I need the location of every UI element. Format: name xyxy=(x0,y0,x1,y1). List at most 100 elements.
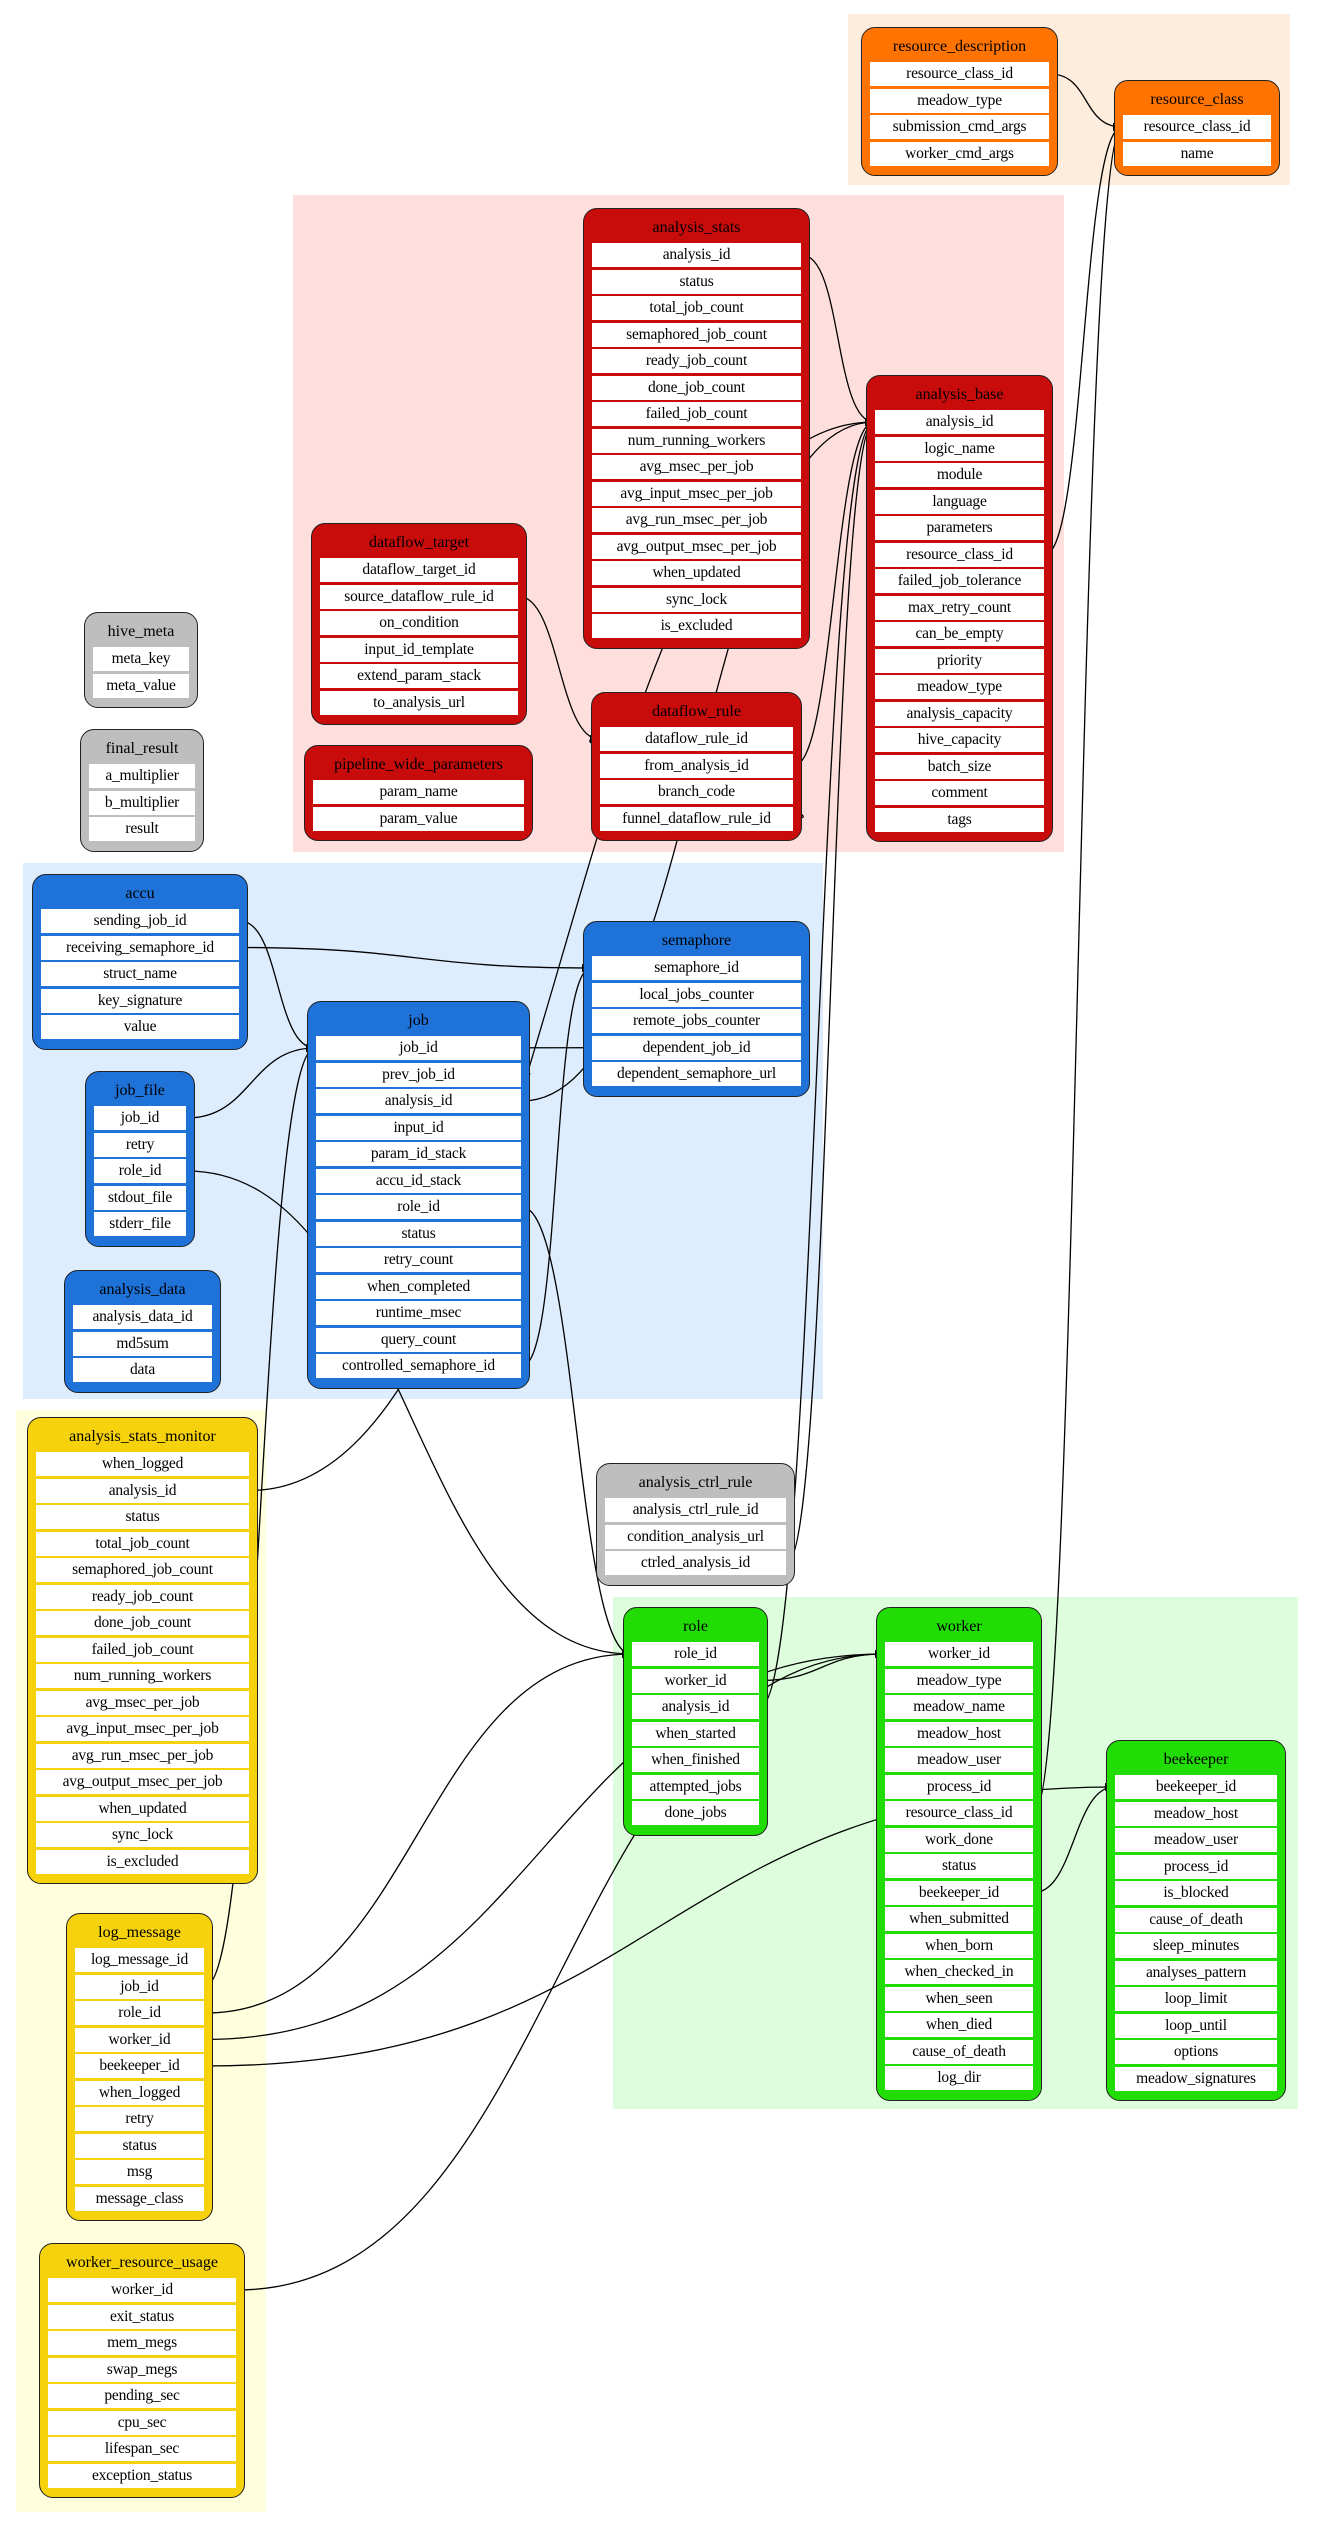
column-field[interactable]: worker_id xyxy=(885,1642,1033,1666)
column-field[interactable]: lifespan_sec xyxy=(48,2437,236,2461)
column-field[interactable]: role_id xyxy=(75,2001,204,2025)
column-field[interactable]: meadow_type xyxy=(875,675,1044,699)
column-field[interactable]: extend_param_stack xyxy=(320,664,518,688)
column-field[interactable]: avg_output_msec_per_job xyxy=(36,1770,249,1794)
column-field[interactable]: worker_cmd_args xyxy=(870,141,1049,166)
column-field[interactable]: sending_job_id xyxy=(41,909,239,933)
column-field[interactable]: receiving_semaphore_id xyxy=(41,935,239,960)
column-field[interactable]: cause_of_death xyxy=(1115,1907,1277,1932)
table-final-result[interactable]: final_result a_multiplier b_multiplier resu… xyxy=(80,729,204,852)
column-field[interactable]: attempted_jobs xyxy=(632,1774,759,1799)
column-field[interactable]: sync_lock xyxy=(36,1823,249,1847)
column-field[interactable]: stdout_file xyxy=(94,1185,186,1210)
column-field[interactable]: meadow_type xyxy=(870,88,1049,113)
column-field[interactable]: avg_run_msec_per_job xyxy=(36,1743,249,1768)
column-field[interactable]: is_excluded xyxy=(592,614,801,638)
column-field[interactable]: when_completed xyxy=(316,1274,521,1299)
column-field[interactable]: beekeeper_id xyxy=(1115,1775,1277,1799)
column-field[interactable]: loop_until xyxy=(1115,2013,1277,2038)
column-field[interactable]: language xyxy=(875,489,1044,514)
column-field[interactable]: process_id xyxy=(1115,1854,1277,1879)
column-field[interactable]: hive_capacity xyxy=(875,728,1044,752)
column-field[interactable]: is_blocked xyxy=(1115,1881,1277,1905)
column-field[interactable]: to_analysis_url xyxy=(320,690,518,715)
table-role[interactable]: role role_id worker_id analysis_id when_star… xyxy=(623,1607,768,1836)
column-field[interactable]: when_finished xyxy=(632,1748,759,1772)
column-field[interactable]: work_done xyxy=(885,1827,1033,1852)
table-analysis-data[interactable]: analysis_data analysis_data_id md5sum data xyxy=(64,1270,221,1393)
column-field[interactable]: message_class xyxy=(75,2186,204,2211)
column-field[interactable]: exception_status xyxy=(48,2463,236,2488)
column-field[interactable]: funnel_dataflow_rule_id xyxy=(600,806,793,831)
column-field[interactable]: analysis_ctrl_rule_id xyxy=(605,1498,786,1522)
column-field[interactable]: cause_of_death xyxy=(885,2039,1033,2064)
column-field[interactable]: accu_id_stack xyxy=(316,1168,521,1193)
table-worker-resource-usage[interactable]: worker_resource_usage worker_id exit_statu… xyxy=(39,2243,245,2498)
table-job-file[interactable]: job_file job_id retry role_id stdout_file std… xyxy=(85,1071,195,1247)
column-field[interactable]: done_jobs xyxy=(632,1801,759,1825)
column-field[interactable]: analysis_data_id xyxy=(73,1305,212,1329)
column-field[interactable]: worker_id xyxy=(632,1668,759,1693)
column-field[interactable]: can_be_empty xyxy=(875,622,1044,646)
column-field[interactable]: when_died xyxy=(885,2013,1033,2037)
column-field[interactable]: total_job_count xyxy=(592,296,801,320)
column-field[interactable]: is_excluded xyxy=(36,1849,249,1874)
column-field[interactable]: batch_size xyxy=(875,754,1044,779)
column-field[interactable]: analysis_id xyxy=(875,410,1044,434)
column-field[interactable]: dependent_job_id xyxy=(592,1035,801,1060)
column-field[interactable]: resource_class_id xyxy=(885,1801,1033,1825)
column-field[interactable]: avg_output_msec_per_job xyxy=(592,534,801,559)
column-field[interactable]: meta_key xyxy=(93,647,189,671)
column-field[interactable]: when_seen xyxy=(885,1986,1033,2011)
column-field[interactable]: meadow_user xyxy=(885,1748,1033,1772)
column-field[interactable]: tags xyxy=(875,807,1044,832)
table-dataflow-rule[interactable]: dataflow_rule dataflow_rule_id from_analys… xyxy=(591,692,802,841)
column-field[interactable]: cpu_sec xyxy=(48,2410,236,2435)
column-field[interactable]: when_logged xyxy=(75,2080,204,2105)
column-field[interactable]: beekeeper_id xyxy=(885,1880,1033,1905)
column-field[interactable]: avg_run_msec_per_job xyxy=(592,508,801,532)
column-field[interactable]: status xyxy=(316,1221,521,1246)
column-field[interactable]: runtime_msec xyxy=(316,1301,521,1325)
column-field[interactable]: analysis_id xyxy=(592,243,801,267)
table-analysis-ctrl-rule[interactable]: analysis_ctrl_rule analysis_ctrl_rule_id c… xyxy=(596,1463,795,1586)
column-field[interactable]: role_id xyxy=(94,1159,186,1183)
column-field[interactable]: retry xyxy=(75,2107,204,2131)
table-accu[interactable]: accu sending_job_id receiving_semaphore_id… xyxy=(32,874,248,1050)
column-field[interactable]: beekeeper_id xyxy=(75,2054,204,2078)
column-field[interactable]: options xyxy=(1115,2040,1277,2064)
column-field[interactable]: value xyxy=(41,1015,239,1039)
column-field[interactable]: num_running_workers xyxy=(36,1664,249,1688)
column-field[interactable]: resource_class_id xyxy=(875,542,1044,567)
table-analysis-base[interactable]: analysis_base analysis_id logic_name module… xyxy=(866,375,1053,842)
column-field[interactable]: comment xyxy=(875,781,1044,805)
column-field[interactable]: param_name xyxy=(313,780,524,804)
column-field[interactable]: sleep_minutes xyxy=(1115,1934,1277,1958)
column-field[interactable]: worker_id xyxy=(75,2027,204,2052)
column-field[interactable]: role_id xyxy=(316,1195,521,1219)
column-field[interactable]: meadow_signatures xyxy=(1115,2066,1277,2091)
column-field[interactable]: job_id xyxy=(316,1036,521,1060)
column-field[interactable]: when_submitted xyxy=(885,1907,1033,1931)
table-pipeline-wide-parameters[interactable]: pipeline_wide_parameters param_name param_… xyxy=(304,745,533,841)
column-field[interactable]: stderr_file xyxy=(94,1212,186,1236)
column-field[interactable]: done_job_count xyxy=(36,1611,249,1635)
table-hive-meta[interactable]: hive_meta meta_key meta_value xyxy=(84,612,198,708)
column-field[interactable]: result xyxy=(89,817,195,841)
table-analysis-stats[interactable]: analysis_stats analysis_id status total_job… xyxy=(583,208,810,649)
column-field[interactable]: max_retry_count xyxy=(875,595,1044,620)
column-field[interactable]: swap_megs xyxy=(48,2357,236,2382)
column-field[interactable]: retry_count xyxy=(316,1248,521,1272)
column-field[interactable]: priority xyxy=(875,648,1044,673)
column-field[interactable]: remote_jobs_counter xyxy=(592,1009,801,1033)
column-field[interactable]: mem_megs xyxy=(48,2331,236,2355)
table-resource-description[interactable]: resource_description resource_class_id mea… xyxy=(861,27,1058,176)
column-field[interactable]: submission_cmd_args xyxy=(870,115,1049,139)
column-field[interactable]: meadow_user xyxy=(1115,1828,1277,1852)
column-field[interactable]: failed_job_count xyxy=(36,1637,249,1662)
column-field[interactable]: analysis_id xyxy=(632,1695,759,1719)
column-field[interactable]: query_count xyxy=(316,1327,521,1352)
table-job[interactable]: job job_id prev_job_id analysis_id input_id p… xyxy=(307,1001,530,1389)
column-field[interactable]: worker_id xyxy=(48,2278,236,2302)
column-field[interactable]: role_id xyxy=(632,1642,759,1666)
